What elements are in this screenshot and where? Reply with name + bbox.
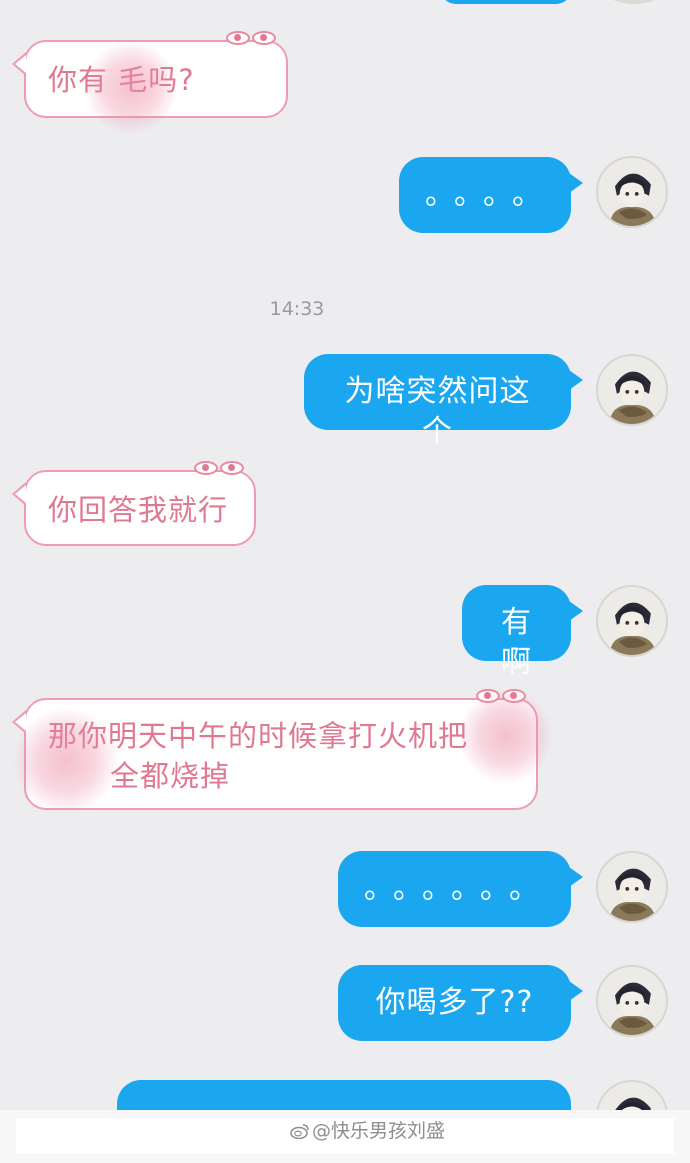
anime-avatar-icon[interactable] <box>596 585 668 657</box>
anime-avatar-icon[interactable] <box>596 965 668 1037</box>
weibo-icon <box>290 1124 309 1139</box>
bubble-tail <box>569 173 583 193</box>
bubble-tail <box>12 52 26 76</box>
message-text: 你喝多了?? <box>375 985 534 1020</box>
message-text-line: 那你明天中午的时候拿打火机把 <box>48 719 469 753</box>
watermark: @快乐男孩刘盛 <box>290 1116 445 1143</box>
peeking-eyes-icon <box>194 459 244 475</box>
anime-avatar-icon[interactable] <box>596 354 668 426</box>
watermark-text: @快乐男孩刘盛 <box>312 1120 446 1142</box>
sent-message-bubble-partial[interactable] <box>117 1080 571 1110</box>
timestamp: 14:33 <box>269 298 325 320</box>
sent-message-bubble[interactable]: 你喝多了?? <box>338 965 583 1041</box>
message-text: 。。。。 <box>425 177 556 212</box>
footer-bar: @快乐男孩刘盛 <box>0 1110 690 1163</box>
bubble-tail <box>569 867 583 887</box>
anime-avatar-icon[interactable] <box>596 156 668 228</box>
cut-off-avatar[interactable] <box>598 0 670 4</box>
chat-area[interactable]: 你有 毛吗? 。。。。 14:33 为啥突然问这个 你回答我就行 有啊 <box>0 0 690 1110</box>
bubble-tail <box>12 482 26 506</box>
sent-message-bubble[interactable]: 。。。。。。 <box>338 851 583 927</box>
bubble-tail <box>569 601 583 621</box>
bubble-tail <box>569 370 583 390</box>
sent-message-bubble[interactable]: 有啊 <box>462 585 583 680</box>
message-text: 你回答我就行 <box>48 493 229 527</box>
cut-off-sent-bubble[interactable] <box>440 0 572 4</box>
sent-message-bubble[interactable]: 。。。。 <box>399 157 583 233</box>
anime-avatar-icon[interactable] <box>596 851 668 923</box>
message-text: 有啊 <box>501 605 532 680</box>
bubble-tail <box>569 981 583 1001</box>
privacy-scribble <box>460 688 552 784</box>
peeking-eyes-icon <box>226 29 276 45</box>
privacy-scribble <box>86 40 176 136</box>
anime-avatar-icon[interactable] <box>596 1080 668 1110</box>
received-message-bubble[interactable]: 你回答我就行 <box>12 461 256 546</box>
privacy-scribble <box>14 708 118 814</box>
sent-message-bubble[interactable]: 为啥突然问这个 <box>304 354 583 449</box>
message-text: 为啥突然问这个 <box>344 374 531 449</box>
message-text: 。。。。。。 <box>364 871 553 906</box>
